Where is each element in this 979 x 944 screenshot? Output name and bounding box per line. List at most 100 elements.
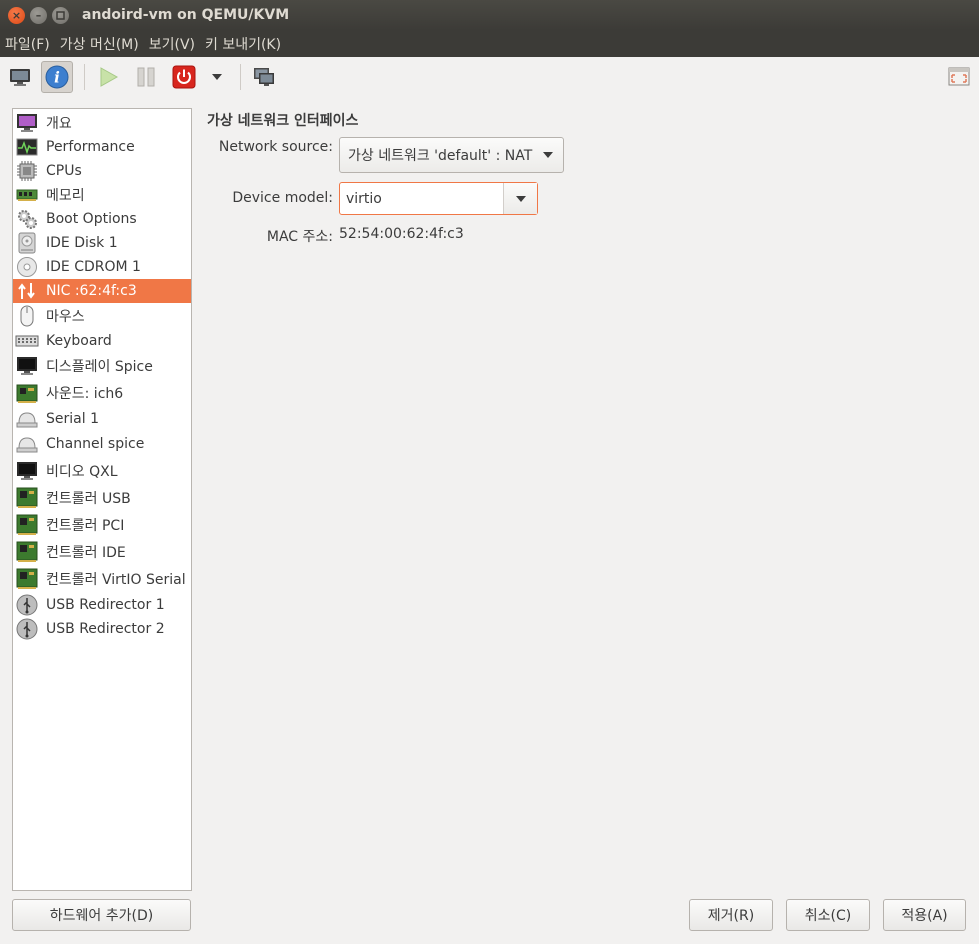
hardware-item[interactable]: 컨트롤러 USB xyxy=(13,486,191,510)
hardware-item[interactable]: 비디오 QXL xyxy=(13,459,191,483)
hardware-list[interactable]: 개요 Performance CPUs 메모리 Boot Options IDE Disk… xyxy=(12,108,192,891)
device-model-label: Device model: xyxy=(232,190,333,206)
cancel-button[interactable]: 취소(C) xyxy=(786,899,870,931)
details-icon: i xyxy=(45,65,69,89)
fullscreen-button[interactable] xyxy=(943,61,975,93)
maximize-window-button[interactable] xyxy=(52,6,69,24)
usb-redirector-icon xyxy=(15,594,39,616)
remove-button[interactable]: 제거(R) xyxy=(689,899,773,931)
console-button[interactable] xyxy=(4,61,36,93)
network-source-value: 가상 네트워크 'default' : NAT xyxy=(348,148,533,164)
chevron-down-icon xyxy=(543,152,553,158)
hardware-item[interactable]: USB Redirector 1 xyxy=(13,593,191,617)
controller-icon xyxy=(15,487,39,509)
pause-icon xyxy=(137,67,155,87)
performance-icon xyxy=(15,136,39,158)
controller-icon xyxy=(15,541,39,563)
menu-view[interactable]: 보기(V) xyxy=(144,34,200,54)
snapshots-icon xyxy=(254,68,274,86)
hardware-item-label: Performance xyxy=(46,139,135,155)
nic-icon xyxy=(15,280,39,302)
hardware-item[interactable]: 컨트롤러 PCI xyxy=(13,513,191,537)
toolbar-separator xyxy=(84,64,85,90)
svg-text:i: i xyxy=(54,69,60,87)
hardware-item[interactable]: IDE CDROM 1 xyxy=(13,255,191,279)
hardware-item-label: 사운드: ich6 xyxy=(46,386,124,402)
disk-icon xyxy=(15,232,39,254)
close-window-button[interactable]: × xyxy=(8,6,25,24)
hardware-item[interactable]: Channel spice xyxy=(13,432,191,456)
cpu-icon xyxy=(15,160,39,182)
menu-bar: 파일(F) 가상 머신(M) 보기(V) 키 보내기(K) xyxy=(0,30,979,57)
hardware-item[interactable]: 컨트롤러 IDE xyxy=(13,540,191,564)
minimize-icon: – xyxy=(35,8,42,22)
hardware-item-label: USB Redirector 1 xyxy=(46,597,165,613)
snapshots-button[interactable] xyxy=(248,61,280,93)
details-button[interactable]: i xyxy=(41,61,73,93)
hardware-item[interactable]: 사운드: ich6 xyxy=(13,381,191,405)
hardware-item[interactable]: Performance xyxy=(13,135,191,159)
hardware-item-label: 마우스 xyxy=(46,309,85,325)
hardware-item[interactable]: Keyboard xyxy=(13,329,191,353)
mouse-icon xyxy=(15,305,39,327)
shutdown-menu-button[interactable] xyxy=(202,61,232,93)
minimize-window-button[interactable]: – xyxy=(30,6,47,24)
hardware-item[interactable]: 디스플레이 Spice xyxy=(13,354,191,378)
video-icon xyxy=(15,460,39,482)
mac-address-value: 52:54:00:62:4f:c3 xyxy=(339,226,464,242)
hardware-item[interactable]: 개요 xyxy=(13,111,191,135)
run-button[interactable] xyxy=(92,61,124,93)
hardware-item-label: 컨트롤러 PCI xyxy=(46,518,125,534)
display-icon xyxy=(15,355,39,377)
hardware-item-label: Channel spice xyxy=(46,436,145,452)
hardware-item[interactable]: USB Redirector 2 xyxy=(13,617,191,641)
hardware-item-label: CPUs xyxy=(46,163,82,179)
channel-icon xyxy=(15,433,39,455)
device-model-combo[interactable] xyxy=(339,182,538,215)
toolbar: i xyxy=(0,57,979,98)
hardware-item-label: 컨트롤러 USB xyxy=(46,491,131,507)
console-icon xyxy=(10,69,30,86)
network-source-select[interactable]: 가상 네트워크 'default' : NAT xyxy=(339,137,564,173)
hardware-item-label: Boot Options xyxy=(46,211,137,227)
hardware-item[interactable]: 메모리 xyxy=(13,183,191,207)
close-icon: × xyxy=(11,8,22,22)
usb-redirector-icon xyxy=(15,618,39,640)
hardware-item[interactable]: 마우스 xyxy=(13,304,191,328)
shutdown-button[interactable] xyxy=(168,61,200,93)
menu-virtual-machine[interactable]: 가상 머신(M) xyxy=(55,34,144,54)
section-title: 가상 네트워크 인터페이스 xyxy=(207,113,359,129)
hardware-item[interactable]: IDE Disk 1 xyxy=(13,231,191,255)
hardware-item[interactable]: 컨트롤러 VirtIO Serial xyxy=(13,567,191,591)
serial-icon xyxy=(15,408,39,430)
hardware-item-label: NIC :62:4f:c3 xyxy=(46,283,137,299)
cdrom-icon xyxy=(15,256,39,278)
hardware-item[interactable]: CPUs xyxy=(13,159,191,183)
sound-icon xyxy=(15,382,39,404)
overview-icon xyxy=(15,112,39,134)
hardware-item-label: USB Redirector 2 xyxy=(46,621,165,637)
maximize-icon xyxy=(56,10,65,20)
chevron-down-icon xyxy=(516,196,526,202)
menu-file[interactable]: 파일(F) xyxy=(0,34,55,54)
menu-send-key[interactable]: 키 보내기(K) xyxy=(200,34,286,54)
title-bar: × – andoird-vm on QEMU/KVM xyxy=(0,0,979,30)
add-hardware-button[interactable]: 하드웨어 추가(D) xyxy=(12,899,191,931)
hardware-item-label: 컨트롤러 VirtIO Serial xyxy=(46,572,186,588)
pause-button[interactable] xyxy=(130,61,162,93)
device-model-input[interactable] xyxy=(340,183,503,214)
chevron-down-icon xyxy=(212,74,222,80)
hardware-item[interactable]: Serial 1 xyxy=(13,407,191,431)
window-title: andoird-vm on QEMU/KVM xyxy=(82,7,290,23)
hardware-item[interactable]: NIC :62:4f:c3 xyxy=(13,279,191,303)
hardware-item[interactable]: Boot Options xyxy=(13,207,191,231)
shutdown-icon xyxy=(172,65,196,89)
device-model-dropdown-button[interactable] xyxy=(503,183,537,214)
boot-options-icon xyxy=(15,208,39,230)
hardware-item-label: 컨트롤러 IDE xyxy=(46,545,126,561)
keyboard-icon xyxy=(15,330,39,352)
controller-icon xyxy=(15,568,39,590)
apply-button[interactable]: 적용(A) xyxy=(883,899,966,931)
hardware-item-label: IDE CDROM 1 xyxy=(46,259,141,275)
run-icon xyxy=(100,67,119,87)
